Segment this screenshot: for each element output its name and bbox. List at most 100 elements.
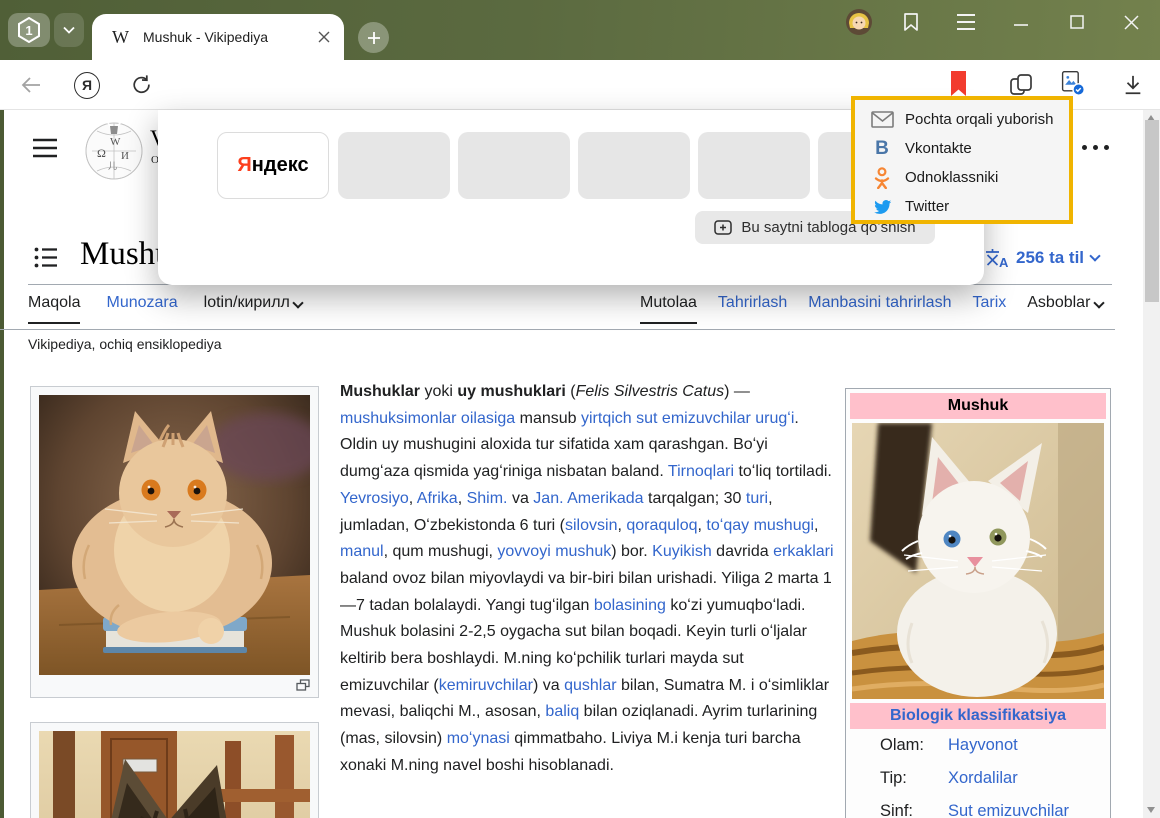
article-link[interactable]: manul <box>340 543 384 560</box>
more-options-icon[interactable] <box>1082 145 1109 150</box>
collections-button[interactable] <box>1008 72 1034 98</box>
article-text: davrida <box>712 543 773 560</box>
article-link[interactable]: Yevrosiyo <box>340 490 409 507</box>
contents-button[interactable] <box>34 246 58 274</box>
article-link[interactable]: kemiruvchilar <box>439 677 533 694</box>
article-link[interactable]: qoraquloq <box>626 517 697 534</box>
share-item-email[interactable]: Pochta orqali yuborish <box>855 105 1069 134</box>
article-link[interactable]: turi <box>746 490 768 507</box>
tab-tarix[interactable]: Tarix <box>972 294 1006 322</box>
infobox-row: Olam: Hayvonot <box>850 729 1106 762</box>
article-link[interactable]: yovvoyi mushuk <box>497 543 611 560</box>
tab-group-dropdown[interactable] <box>54 13 84 47</box>
downloads-button[interactable] <box>1120 72 1146 98</box>
article-link[interactable]: Kuyikish <box>652 543 712 560</box>
article-figure-cat[interactable] <box>30 386 319 698</box>
white-kitten-image[interactable] <box>852 423 1104 699</box>
svg-text:W: W <box>110 136 121 148</box>
article-text: tarqalgan; 30 <box>644 490 746 507</box>
avatar[interactable] <box>846 9 872 35</box>
language-selector-button[interactable]: A 256 ta til <box>984 247 1099 268</box>
share-item-label: Odnoklassniki <box>905 169 998 186</box>
tab-munozara[interactable]: Munozara <box>106 294 177 322</box>
speed-dial-empty-tile[interactable] <box>338 132 450 199</box>
speed-dial-empty-tile[interactable] <box>578 132 690 199</box>
browser-tab[interactable]: W Mushuk - Vikipediya <box>92 14 344 60</box>
wiki-main-menu-button[interactable] <box>32 137 58 164</box>
article-link[interactable]: mushuksimonlar oilasiga <box>340 410 515 427</box>
reload-icon <box>131 74 153 96</box>
infobox-value-link[interactable]: Hayvonot <box>948 736 1018 755</box>
bookmark-red-icon <box>950 70 967 97</box>
article-link[interactable]: silovsin <box>565 517 617 534</box>
close-button[interactable] <box>1118 9 1144 35</box>
article-text: ) bor. <box>611 543 652 560</box>
tab-group-badge[interactable]: 1 <box>8 13 50 47</box>
infobox-value-link[interactable]: Xordalilar <box>948 769 1018 788</box>
article-link[interactable]: Jan. Amerikada <box>533 490 643 507</box>
svg-text:Ω: Ω <box>97 146 106 160</box>
share-item-label: Vkontakte <box>905 140 972 157</box>
language-icon: A <box>984 247 1009 268</box>
collections-icon <box>1008 72 1034 98</box>
yandex-icon: Я <box>74 72 100 99</box>
back-button[interactable] <box>18 72 44 98</box>
screenshot-button[interactable] <box>1060 70 1086 96</box>
scroll-down-icon[interactable] <box>1147 807 1155 813</box>
email-icon <box>870 111 894 128</box>
tabs-divider <box>0 329 1115 330</box>
page-scrollbar[interactable] <box>1143 110 1160 818</box>
bookmark-page-button[interactable] <box>945 70 971 96</box>
reload-button[interactable] <box>129 72 155 98</box>
article-link[interactable]: erkaklari <box>773 543 833 560</box>
wiki-menu-icon <box>32 137 58 159</box>
minimize-button[interactable] <box>1008 9 1034 35</box>
odnoklassniki-icon <box>870 167 894 189</box>
back-icon <box>20 76 42 94</box>
article-link[interactable]: yirtqich sut emizuvchilar urugʻi <box>581 410 794 427</box>
view-tabs: Mutolaa Tahrirlash Manbasini tahrirlash … <box>640 294 1103 330</box>
tab-close-icon[interactable] <box>318 31 330 43</box>
article-link[interactable]: Afrika <box>417 490 458 507</box>
enlarge-icon[interactable] <box>296 679 310 691</box>
browser-menu-button[interactable] <box>953 9 979 35</box>
infobox-value-link[interactable]: Sut emizuvchilar <box>948 802 1069 818</box>
tab-manbasini-tahrirlash[interactable]: Manbasini tahrirlash <box>808 294 951 322</box>
article-text: , <box>458 490 467 507</box>
article-link[interactable]: Shim. <box>467 490 508 507</box>
speed-dial-empty-tile[interactable] <box>458 132 570 199</box>
article-figure-cat2[interactable] <box>30 722 319 818</box>
bookmarks-button[interactable] <box>898 9 924 35</box>
infobox-section-title: Biologik klassifikatsiya <box>850 703 1106 729</box>
article-link[interactable]: moʻynasi <box>447 730 510 747</box>
share-item-label: Pochta orqali yuborish <box>905 111 1053 128</box>
site-subtitle: Vikipediya, ochiq ensiklopediya <box>28 336 222 352</box>
tab-maqola[interactable]: Maqola <box>28 294 80 324</box>
article-text: Felis Silvestris Catus <box>576 383 724 400</box>
namespace-tabs: Maqola Munozara lotin/кирилл <box>28 294 302 330</box>
add-tile-icon <box>714 220 732 235</box>
article-text: ) va <box>533 677 564 694</box>
speed-dial-yandex-tile[interactable]: Яндекс <box>217 132 329 199</box>
maximize-button[interactable] <box>1064 9 1090 35</box>
share-item-twitter[interactable]: Twitter <box>855 192 1069 221</box>
tab-tahrirlash[interactable]: Tahrirlash <box>718 294 787 322</box>
taxobox: Mushuk <box>845 388 1111 818</box>
article-link[interactable]: baliq <box>545 703 579 720</box>
variant-selector[interactable]: lotin/кирилл <box>204 294 303 322</box>
share-item-odnoklassniki[interactable]: Odnoklassniki <box>855 163 1069 192</box>
new-tab-button[interactable] <box>358 22 389 53</box>
wikipedia-logo[interactable]: Ω W И 儿 <box>84 119 144 186</box>
article-link[interactable]: bolasining <box>594 597 666 614</box>
article-link[interactable]: toʻqay mushugi <box>706 517 814 534</box>
share-item-vkontakte[interactable]: B Vkontakte <box>855 134 1069 163</box>
article-link[interactable]: Tirnoqlari <box>668 463 734 480</box>
yandex-logo-rest: ндекс <box>252 154 309 176</box>
article-link[interactable]: qushlar <box>564 677 616 694</box>
scrollbar-thumb[interactable] <box>1145 120 1159 302</box>
speed-dial-empty-tile[interactable] <box>698 132 810 199</box>
yandex-home-button[interactable]: Я <box>74 72 100 98</box>
tab-mutolaa[interactable]: Mutolaa <box>640 294 697 324</box>
infobox-row: Sinf: Sut emizuvchilar <box>850 795 1106 818</box>
tab-asboblar[interactable]: Asboblar <box>1027 294 1103 322</box>
